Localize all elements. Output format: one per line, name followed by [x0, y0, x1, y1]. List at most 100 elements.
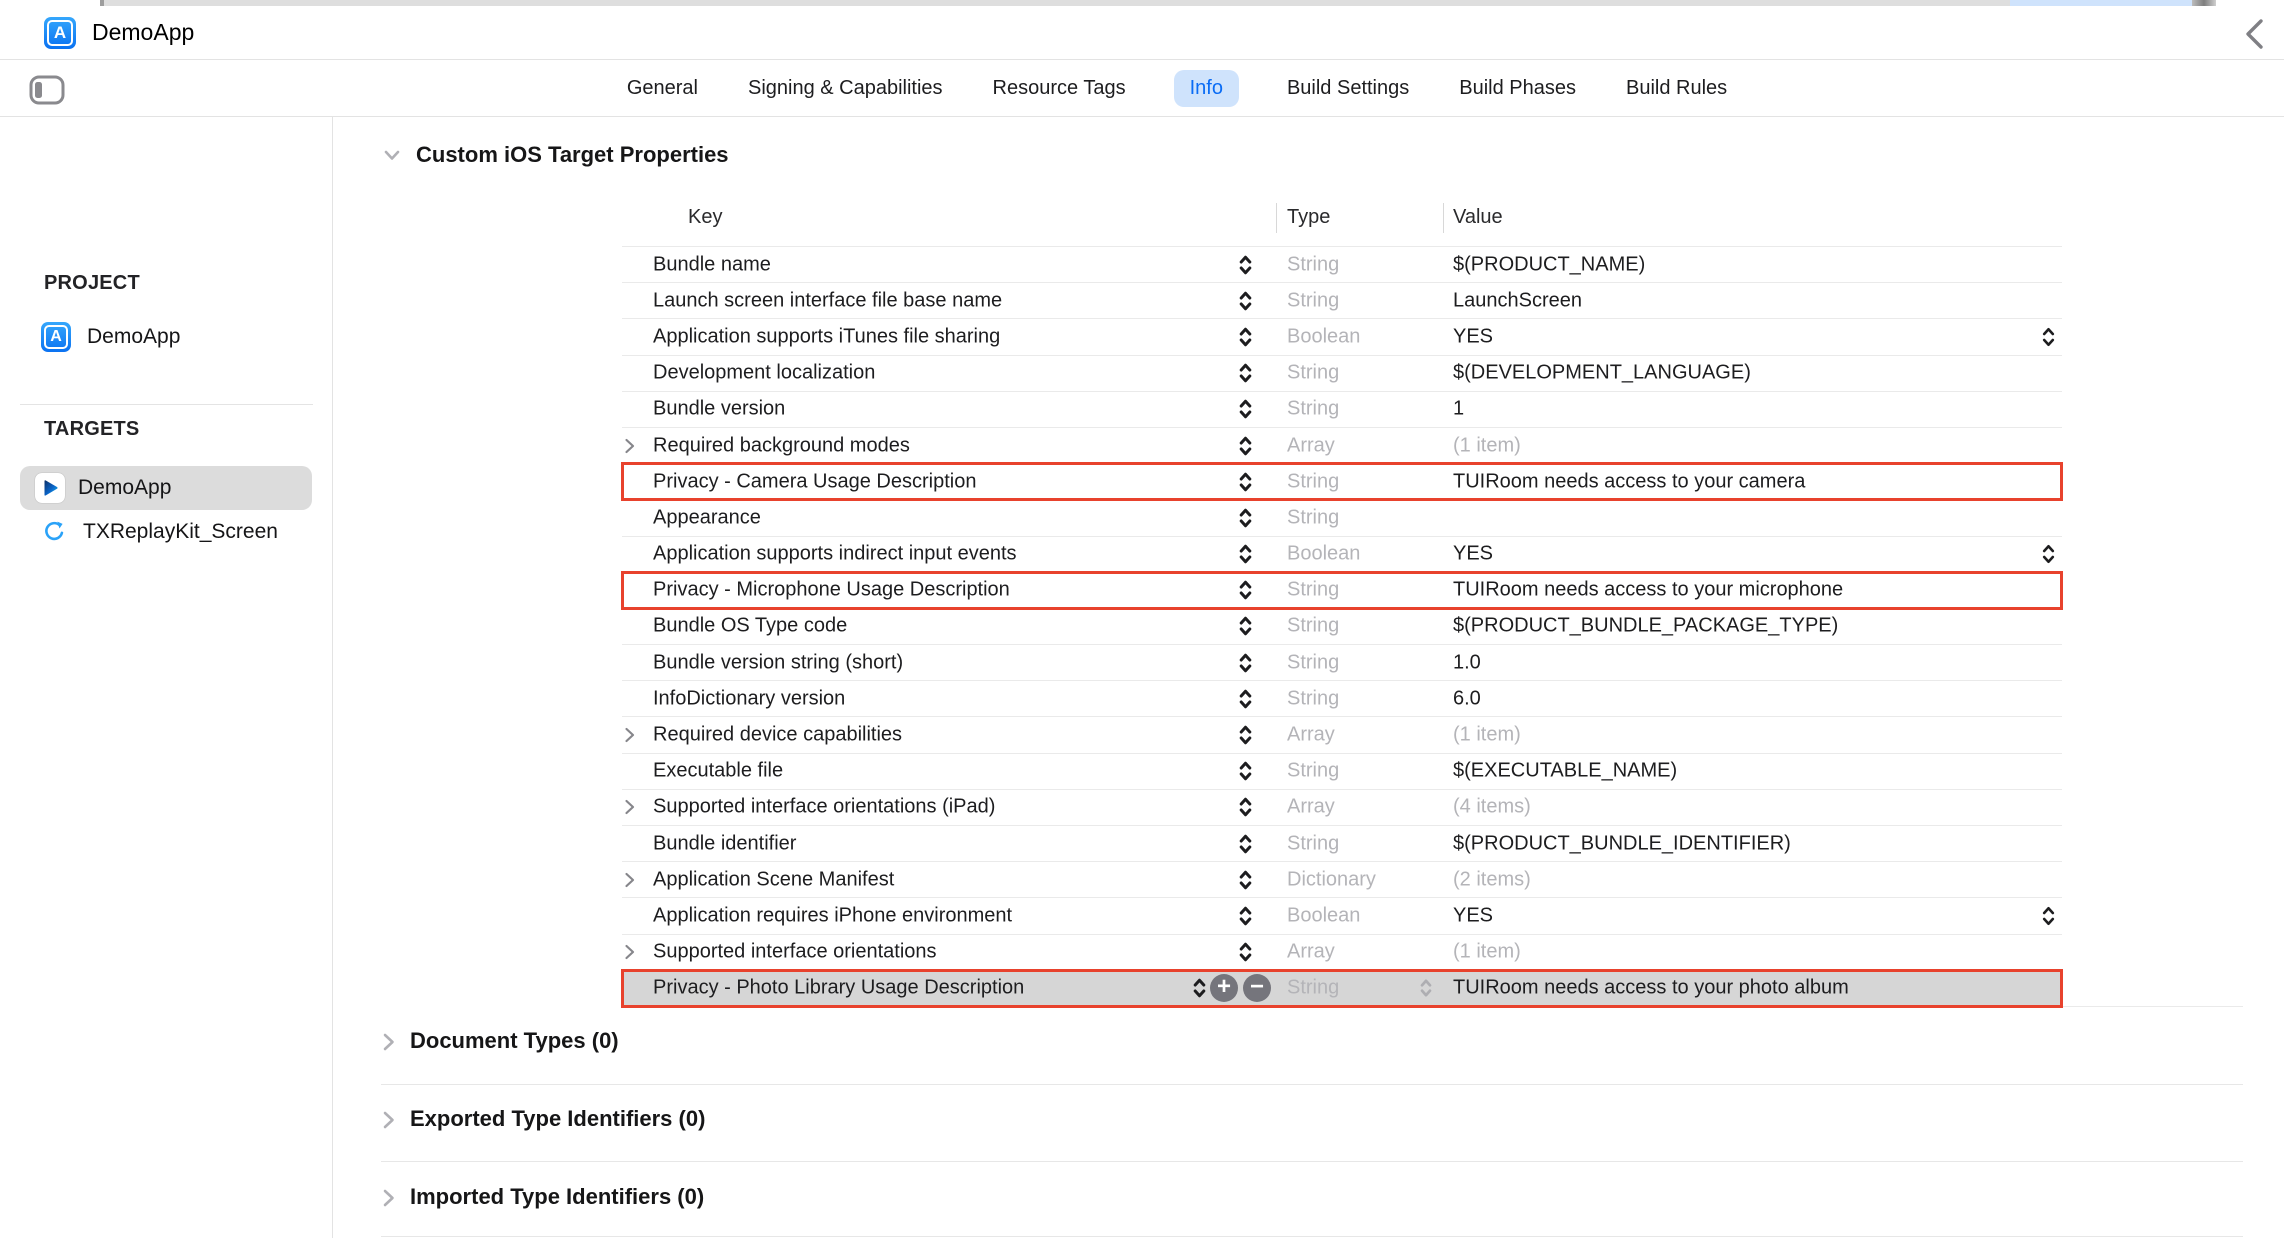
key-stepper-icon[interactable] [1238, 434, 1253, 458]
plist-type[interactable]: Array [1287, 796, 1335, 819]
plist-type[interactable]: Boolean [1287, 904, 1360, 927]
key-stepper-icon[interactable] [1238, 723, 1253, 747]
disclosure-chevron-icon[interactable] [623, 799, 643, 816]
plist-row-application-scene-manifest[interactable]: Application Scene Manifest Dictionary (2… [622, 862, 2062, 898]
key-stepper-icon[interactable] [1238, 795, 1253, 819]
plist-value[interactable]: YES [1453, 543, 1493, 566]
key-stepper-icon[interactable] [1238, 506, 1253, 530]
plist-type[interactable]: String [1287, 687, 1339, 710]
plist-type[interactable]: String [1287, 832, 1339, 855]
boolean-value-stepper-icon[interactable] [2041, 542, 2056, 566]
boolean-value-stepper-icon[interactable] [2041, 325, 2056, 349]
plist-row-supported-interface-orientations-ipad[interactable]: Supported interface orientations (iPad) … [622, 790, 2062, 826]
boolean-value-stepper-icon[interactable] [2041, 904, 2056, 928]
plist-type[interactable]: String [1287, 760, 1339, 783]
key-stepper-icon[interactable] [1238, 578, 1253, 602]
plist-type[interactable]: String [1287, 398, 1339, 421]
back-chevron-icon[interactable] [2242, 16, 2266, 52]
plist-row-bundle-version[interactable]: Bundle version String 1 [622, 392, 2062, 428]
section-document-types-0[interactable]: Document Types (0) [381, 1028, 2243, 1085]
plist-type[interactable]: String [1287, 253, 1339, 276]
plist-type[interactable]: String [1287, 506, 1339, 529]
plist-type[interactable]: Boolean [1287, 325, 1360, 348]
plist-value[interactable]: (4 items) [1453, 796, 1531, 819]
plist-row-application-requires-iphone-environment[interactable]: Application requires iPhone environment … [622, 898, 2062, 934]
key-stepper-icon[interactable] [1238, 361, 1253, 385]
key-stepper-icon[interactable] [1238, 542, 1253, 566]
plist-row-development-localization[interactable]: Development localization String $(DEVELO… [622, 356, 2062, 392]
plist-row-launch-screen-interface-file-base-name[interactable]: Launch screen interface file base name S… [622, 283, 2062, 319]
plist-type[interactable]: Array [1287, 434, 1335, 457]
plist-value[interactable]: $(PRODUCT_BUNDLE_PACKAGE_TYPE) [1453, 615, 1838, 638]
key-stepper-icon[interactable] [1238, 651, 1253, 675]
tab-signing-capabilities[interactable]: Signing & Capabilities [746, 70, 945, 107]
plist-type[interactable]: Array [1287, 724, 1335, 747]
plist-value[interactable]: TUIRoom needs access to your camera [1453, 470, 1805, 493]
plist-type[interactable]: Dictionary [1287, 868, 1376, 891]
plist-value[interactable]: $(DEVELOPMENT_LANGUAGE) [1453, 362, 1751, 385]
key-stepper-icon[interactable] [1238, 687, 1253, 711]
sidebar-item-target-txreplaykit[interactable]: TXReplayKit_Screen [41, 518, 278, 545]
plist-row-infodictionary-version[interactable]: InfoDictionary version String 6.0 [622, 681, 2062, 717]
plist-row-required-device-capabilities[interactable]: Required device capabilities Array (1 it… [622, 717, 2062, 753]
plist-row-privacy-camera-usage-description[interactable]: Privacy - Camera Usage Description Strin… [622, 464, 2062, 500]
plist-row-executable-file[interactable]: Executable file String $(EXECUTABLE_NAME… [622, 754, 2062, 790]
type-stepper-icon[interactable] [1419, 977, 1433, 999]
disclosure-chevron-icon[interactable] [623, 871, 643, 888]
key-stepper-icon[interactable] [1238, 614, 1253, 638]
plist-value[interactable]: YES [1453, 325, 1493, 348]
key-stepper-icon[interactable] [1238, 759, 1253, 783]
key-stepper-icon[interactable] [1238, 940, 1253, 964]
tab-info[interactable]: Info [1174, 70, 1239, 107]
plist-row-bundle-version-string-short[interactable]: Bundle version string (short) String 1.0 [622, 645, 2062, 681]
plist-value[interactable]: (1 item) [1453, 434, 1521, 457]
section-custom-ios-target-properties[interactable]: Custom iOS Target Properties [381, 142, 729, 168]
remove-row-button[interactable] [1243, 974, 1271, 1002]
add-row-button[interactable] [1210, 974, 1238, 1002]
plist-value[interactable]: $(EXECUTABLE_NAME) [1453, 760, 1677, 783]
plist-row-appearance[interactable]: Appearance String [622, 500, 2062, 536]
key-stepper-icon[interactable] [1238, 397, 1253, 421]
plist-type[interactable]: String [1287, 470, 1339, 493]
plist-type[interactable]: String [1287, 615, 1339, 638]
plist-row-bundle-identifier[interactable]: Bundle identifier String $(PRODUCT_BUNDL… [622, 826, 2062, 862]
key-stepper-icon[interactable] [1238, 289, 1253, 313]
disclosure-chevron-icon[interactable] [623, 944, 643, 961]
plist-value[interactable]: TUIRoom needs access to your photo album [1453, 977, 1849, 1000]
plist-value[interactable]: (1 item) [1453, 724, 1521, 747]
key-stepper-icon[interactable] [1238, 832, 1253, 856]
plist-value[interactable]: (1 item) [1453, 941, 1521, 964]
disclosure-chevron-icon[interactable] [623, 727, 643, 744]
key-stepper-icon[interactable] [1238, 253, 1253, 277]
sidebar-item-target-demoapp[interactable]: DemoApp [20, 466, 312, 510]
plist-value[interactable]: 6.0 [1453, 687, 1481, 710]
plist-type[interactable]: String [1287, 289, 1339, 312]
tab-build-settings[interactable]: Build Settings [1285, 70, 1411, 107]
plist-row-privacy-microphone-usage-description[interactable]: Privacy - Microphone Usage Description S… [622, 573, 2062, 609]
plist-type[interactable]: String [1287, 651, 1339, 674]
key-stepper-icon[interactable] [1238, 325, 1253, 349]
plist-row-application-supports-indirect-input-events[interactable]: Application supports indirect input even… [622, 537, 2062, 573]
key-stepper-icon[interactable] [1238, 470, 1253, 494]
plist-value[interactable]: 1.0 [1453, 651, 1481, 674]
plist-type[interactable]: Boolean [1287, 543, 1360, 566]
plist-value[interactable]: TUIRoom needs access to your microphone [1453, 579, 1843, 602]
plist-type[interactable]: String [1287, 579, 1339, 602]
plist-row-application-supports-itunes-file-sharing[interactable]: Application supports iTunes file sharing… [622, 319, 2062, 355]
plist-type[interactable]: String [1287, 362, 1339, 385]
sidebar-item-project-demoapp[interactable]: A DemoApp [41, 322, 180, 352]
section-exported-type-identifiers-0[interactable]: Exported Type Identifiers (0) [381, 1106, 2243, 1162]
tab-build-rules[interactable]: Build Rules [1624, 70, 1729, 107]
key-stepper-icon[interactable] [1192, 976, 1207, 1000]
section-imported-type-identifiers-0[interactable]: Imported Type Identifiers (0) [381, 1184, 2243, 1237]
tab-general[interactable]: General [625, 70, 700, 107]
plist-value[interactable]: (2 items) [1453, 868, 1531, 891]
plist-row-bundle-name[interactable]: Bundle name String $(PRODUCT_NAME) [622, 247, 2062, 283]
key-stepper-icon[interactable] [1238, 904, 1253, 928]
tab-resource-tags[interactable]: Resource Tags [991, 70, 1128, 107]
plist-value[interactable]: $(PRODUCT_NAME) [1453, 253, 1645, 276]
plist-row-bundle-os-type-code[interactable]: Bundle OS Type code String $(PRODUCT_BUN… [622, 609, 2062, 645]
plist-row-required-background-modes[interactable]: Required background modes Array (1 item) [622, 428, 2062, 464]
plist-type[interactable]: Array [1287, 941, 1335, 964]
plist-value[interactable]: 1 [1453, 398, 1464, 421]
